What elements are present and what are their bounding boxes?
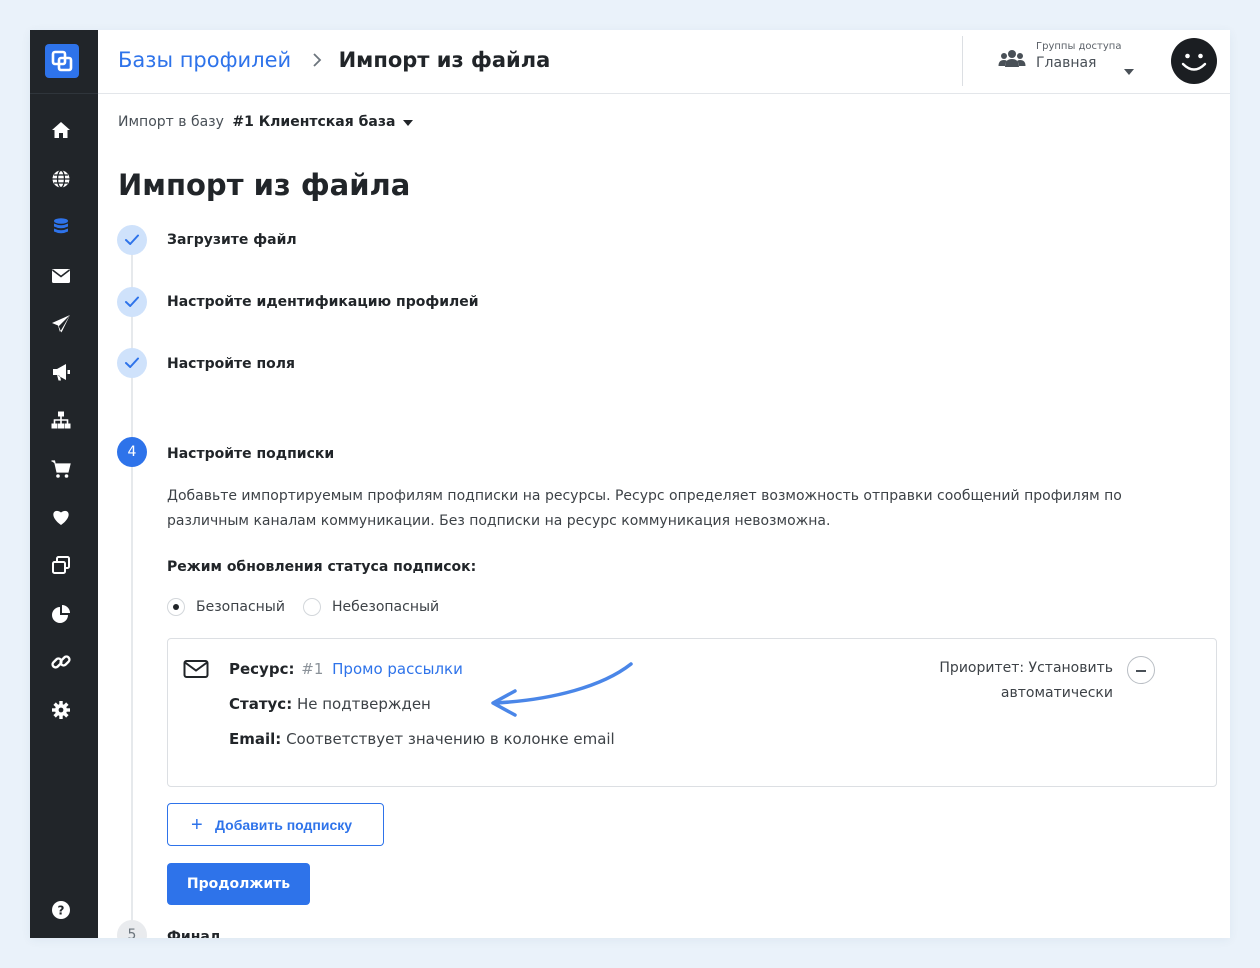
megaphone-icon[interactable] [50,361,72,383]
step-3-label: Настройте поля [167,356,296,372]
database-icon[interactable] [50,216,72,238]
header-divider [962,36,963,86]
status-value: Не подтвержден [296,695,431,713]
priority-text: Приоритет: Установить автоматически [928,656,1113,706]
app-window: ? Базы профилей Импорт из файла Группы д… [30,30,1230,938]
envelope-icon [183,659,209,683]
priority-line-2: автоматически [1000,685,1113,701]
import-target-label: Импорт в базу [118,114,224,130]
svg-text:?: ? [58,904,65,918]
radio-unsafe[interactable] [303,598,321,616]
windows-icon[interactable] [50,554,72,576]
remove-subscription-button[interactable] [1127,656,1155,684]
home-icon[interactable] [50,119,72,141]
email-row: Email: Соответствует значению в колонке … [229,730,615,748]
step-1-label: Загрузите файл [167,232,297,248]
resource-link[interactable]: Промо рассылки [332,660,463,678]
chevron-right-icon [312,47,322,75]
subscription-card: Ресурс: #1 Промо рассылки Статус: Не под… [167,638,1217,787]
annotation-arrow [491,662,633,717]
step-5-number: 5 [117,920,147,938]
heart-icon[interactable] [50,506,72,528]
step-4-number: 4 [117,437,147,467]
resource-key: Ресурс: [229,660,295,678]
step-1-done-indicator [117,225,147,255]
add-subscription-label: Добавить подписку [215,817,353,833]
caret-down-icon[interactable] [402,114,413,130]
plus-icon: + [191,814,203,836]
radio-safe[interactable] [167,598,185,616]
step-2-label: Настройте идентификацию профилей [167,294,479,310]
step-2-done-indicator [117,287,147,317]
import-target: Импорт в базу #1 Клиентская база [118,114,413,130]
email-key: Email: [229,730,282,748]
status-row: Статус: Не подтвержден [229,695,431,713]
app-logo[interactable] [45,44,79,78]
breadcrumb-profile-bases[interactable]: Базы профилей [118,48,291,72]
radio-unsafe-label[interactable]: Небезопасный [332,599,439,615]
check-icon [125,357,139,368]
envelope-icon[interactable] [50,265,72,287]
priority-line-1: Приоритет: Установить [939,660,1113,676]
cart-icon[interactable] [50,458,72,480]
status-key: Статус: [229,695,293,713]
subscription-mode-label: Режим обновления статуса подписок: [167,559,477,575]
sitemap-icon[interactable] [50,409,72,431]
main-content: Импорт в базу #1 Клиентская база Импорт … [98,94,1230,938]
link-icon[interactable] [50,651,72,673]
breadcrumb-current: Импорт из файла [338,48,551,72]
pie-chart-icon[interactable] [50,603,72,625]
check-icon [125,234,139,245]
resource-row: Ресурс: #1 Промо рассылки [229,660,463,678]
add-subscription-button[interactable]: + Добавить подписку [167,803,384,846]
step-5-label: Финал [167,929,221,938]
avatar[interactable] [1171,38,1217,84]
access-group-select[interactable]: Главная [1036,55,1096,71]
radio-safe-label[interactable]: Безопасный [196,599,285,615]
continue-button[interactable]: Продолжить [167,863,310,905]
gear-icon[interactable] [50,699,72,721]
globe-icon[interactable] [50,168,72,190]
breadcrumb: Базы профилей Импорт из файла [118,46,550,75]
question-icon[interactable]: ? [50,899,72,921]
email-value: Соответствует значению в колонке email [286,730,615,748]
resource-number: #1 [301,660,324,678]
check-icon [125,296,139,307]
step-description: Добавьте импортируемым профилям подписки… [167,488,1122,529]
step-4-label: Настройте подписки [167,446,335,462]
sidebar-divider [30,93,98,94]
topbar: Базы профилей Импорт из файла Группы дос… [98,30,1230,94]
sidebar: ? [30,30,98,938]
users-group-icon [998,48,1026,74]
caret-down-icon[interactable] [1123,61,1135,80]
paper-plane-icon[interactable] [50,313,72,335]
access-groups-caption: Группы доступа [1036,41,1122,52]
page-title: Импорт из файла [118,168,411,202]
database-select[interactable]: #1 Клиентская база [232,114,395,130]
step-3-done-indicator [117,348,147,378]
